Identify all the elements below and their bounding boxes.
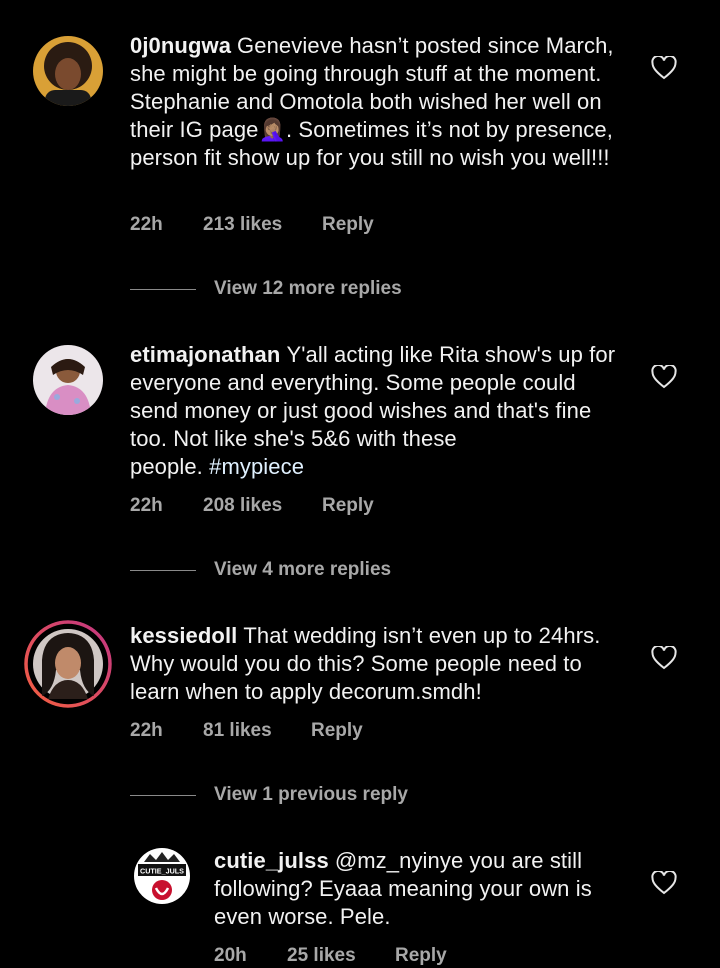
divider bbox=[130, 569, 196, 571]
reply-button[interactable]: Reply bbox=[322, 495, 374, 517]
hashtag-link[interactable]: #mypiece bbox=[209, 454, 304, 479]
like-heart-icon[interactable] bbox=[651, 363, 677, 389]
username[interactable]: etimajonathan bbox=[130, 342, 280, 367]
like-heart-icon[interactable] bbox=[651, 54, 677, 80]
avatar[interactable]: CUTIE_JULS bbox=[134, 848, 190, 904]
like-heart-icon[interactable] bbox=[651, 869, 677, 895]
likes-count[interactable]: 81 likes bbox=[203, 720, 311, 742]
username[interactable]: cutie_julss bbox=[214, 848, 329, 873]
facepalm-emoji: 🤦🏽‍♀️ bbox=[258, 117, 286, 142]
comment-meta: 22h 213 likes Reply bbox=[130, 214, 374, 236]
comment-text: 0j0nugwa Genevieve hasn’t posted since Ma… bbox=[130, 33, 614, 170]
view-more-replies[interactable]: View 12 more replies bbox=[130, 278, 402, 300]
reply-button[interactable]: Reply bbox=[311, 720, 363, 742]
likes-count[interactable]: 213 likes bbox=[203, 214, 322, 236]
timestamp: 22h bbox=[130, 720, 163, 741]
view-more-replies[interactable]: View 4 more replies bbox=[130, 559, 391, 581]
comment-text: kessiedoll That wedding isn’t even up to … bbox=[130, 623, 601, 704]
timestamp: 22h bbox=[130, 495, 163, 516]
timestamp: 22h bbox=[130, 214, 163, 235]
username[interactable]: 0j0nugwa bbox=[130, 33, 231, 58]
reply-button[interactable]: Reply bbox=[322, 214, 374, 236]
avatar[interactable] bbox=[33, 345, 103, 415]
comment-meta: 22h 208 likes Reply bbox=[130, 495, 374, 517]
comment-meta: 22h 81 likes Reply bbox=[130, 720, 363, 742]
comment-text: cutie_julss @mz_nyinye you are still foll… bbox=[214, 848, 592, 929]
svg-text:CUTIE_JULS: CUTIE_JULS bbox=[140, 867, 184, 876]
avatar[interactable] bbox=[33, 36, 103, 106]
username[interactable]: kessiedoll bbox=[130, 623, 237, 648]
divider bbox=[130, 794, 196, 796]
likes-count[interactable]: 208 likes bbox=[203, 495, 322, 517]
like-heart-icon[interactable] bbox=[651, 644, 677, 670]
reply-button[interactable]: Reply bbox=[395, 945, 447, 967]
avatar-story-ring[interactable] bbox=[24, 620, 112, 708]
timestamp: 20h bbox=[214, 945, 247, 966]
divider bbox=[130, 288, 196, 290]
comment-text: etimajonathan Y'all acting like Rita show… bbox=[130, 342, 616, 479]
likes-count[interactable]: 25 likes bbox=[287, 945, 395, 967]
view-previous-reply[interactable]: View 1 previous reply bbox=[130, 784, 408, 806]
comment-meta: 20h 25 likes Reply bbox=[214, 945, 447, 967]
